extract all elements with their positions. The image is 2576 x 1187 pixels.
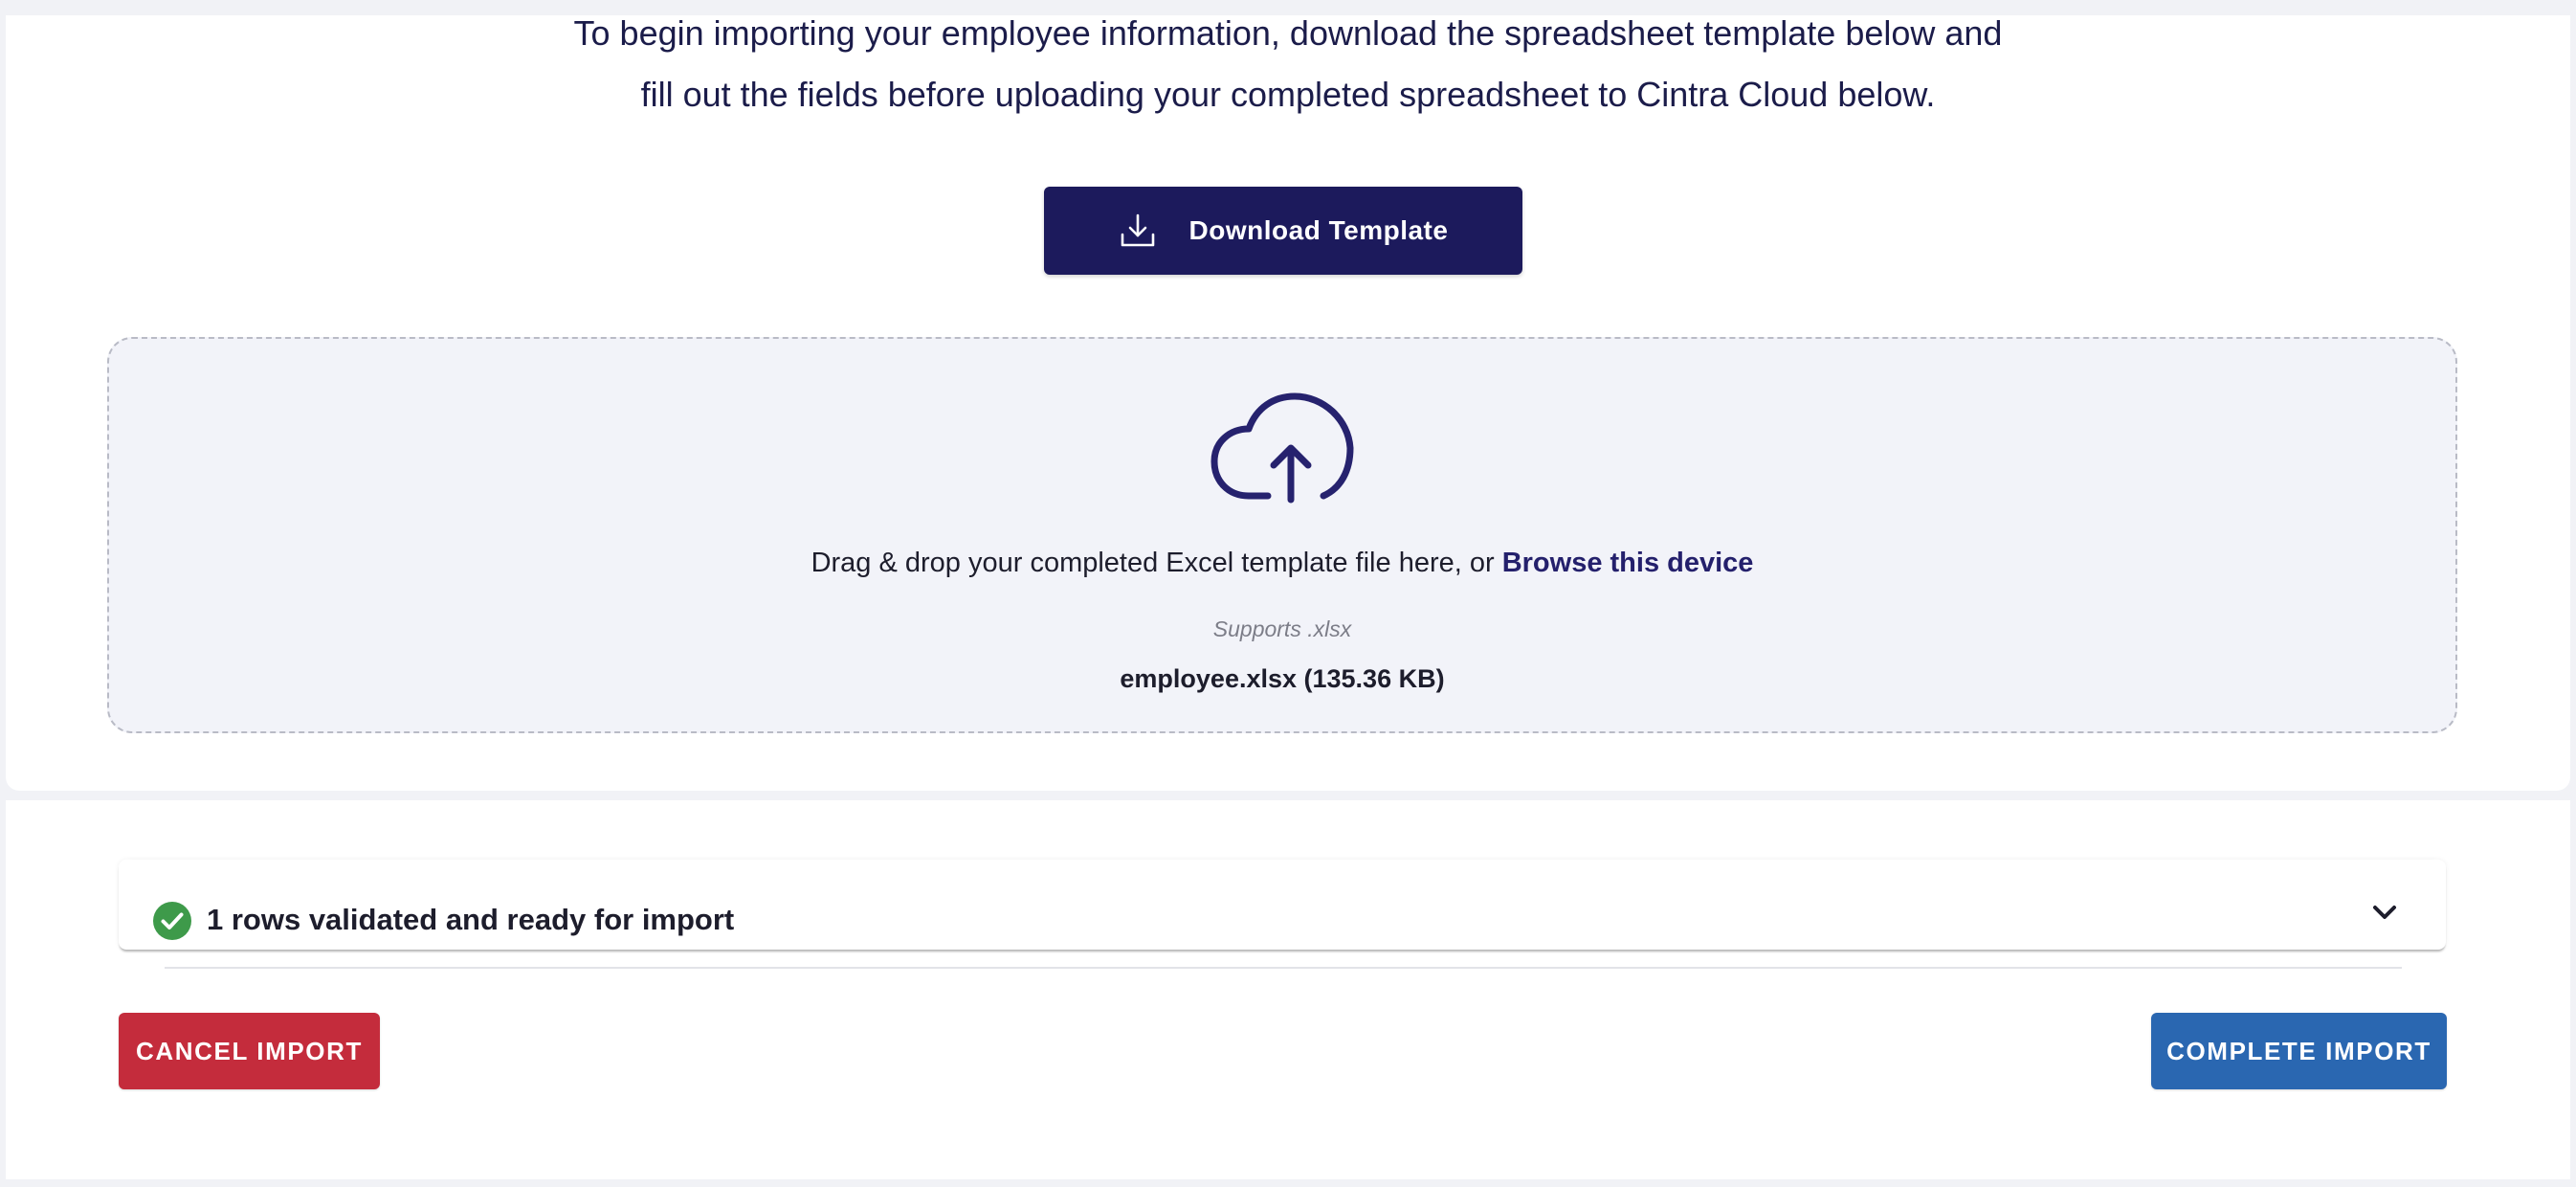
download-icon xyxy=(1119,212,1157,250)
download-template-button[interactable]: Download Template xyxy=(1044,187,1522,275)
cancel-import-button[interactable]: CANCEL IMPORT xyxy=(119,1013,380,1089)
validation-message: 1 rows validated and ready for import xyxy=(207,903,735,936)
dropzone-prompt-text: Drag & drop your completed Excel templat… xyxy=(811,548,1502,578)
check-circle-icon xyxy=(153,902,191,940)
browse-device-link[interactable]: Browse this device xyxy=(1502,548,1754,578)
download-template-label: Download Template xyxy=(1188,215,1449,245)
chevron-down-icon[interactable] xyxy=(2367,900,2402,927)
file-dropzone[interactable]: Drag & drop your completed Excel templat… xyxy=(107,337,2457,733)
dropzone-prompt: Drag & drop your completed Excel templat… xyxy=(109,548,2455,579)
selected-file-name: employee.xlsx (135.36 KB) xyxy=(1120,664,1445,693)
supported-formats: Supports .xlsx xyxy=(1212,616,1352,641)
results-card xyxy=(6,800,2570,1179)
complete-import-button[interactable]: COMPLETE IMPORT xyxy=(2151,1013,2447,1089)
cloud-upload-icon xyxy=(1210,392,1354,504)
intro-line-1: To begin importing your employee informa… xyxy=(573,13,2003,53)
intro-line-2: fill out the fields before uploading you… xyxy=(640,75,1936,114)
intro-text: To begin importing your employee informa… xyxy=(0,0,2576,125)
divider xyxy=(165,967,2402,969)
validation-summary-panel[interactable]: 1 rows validated and ready for import xyxy=(119,860,2446,950)
